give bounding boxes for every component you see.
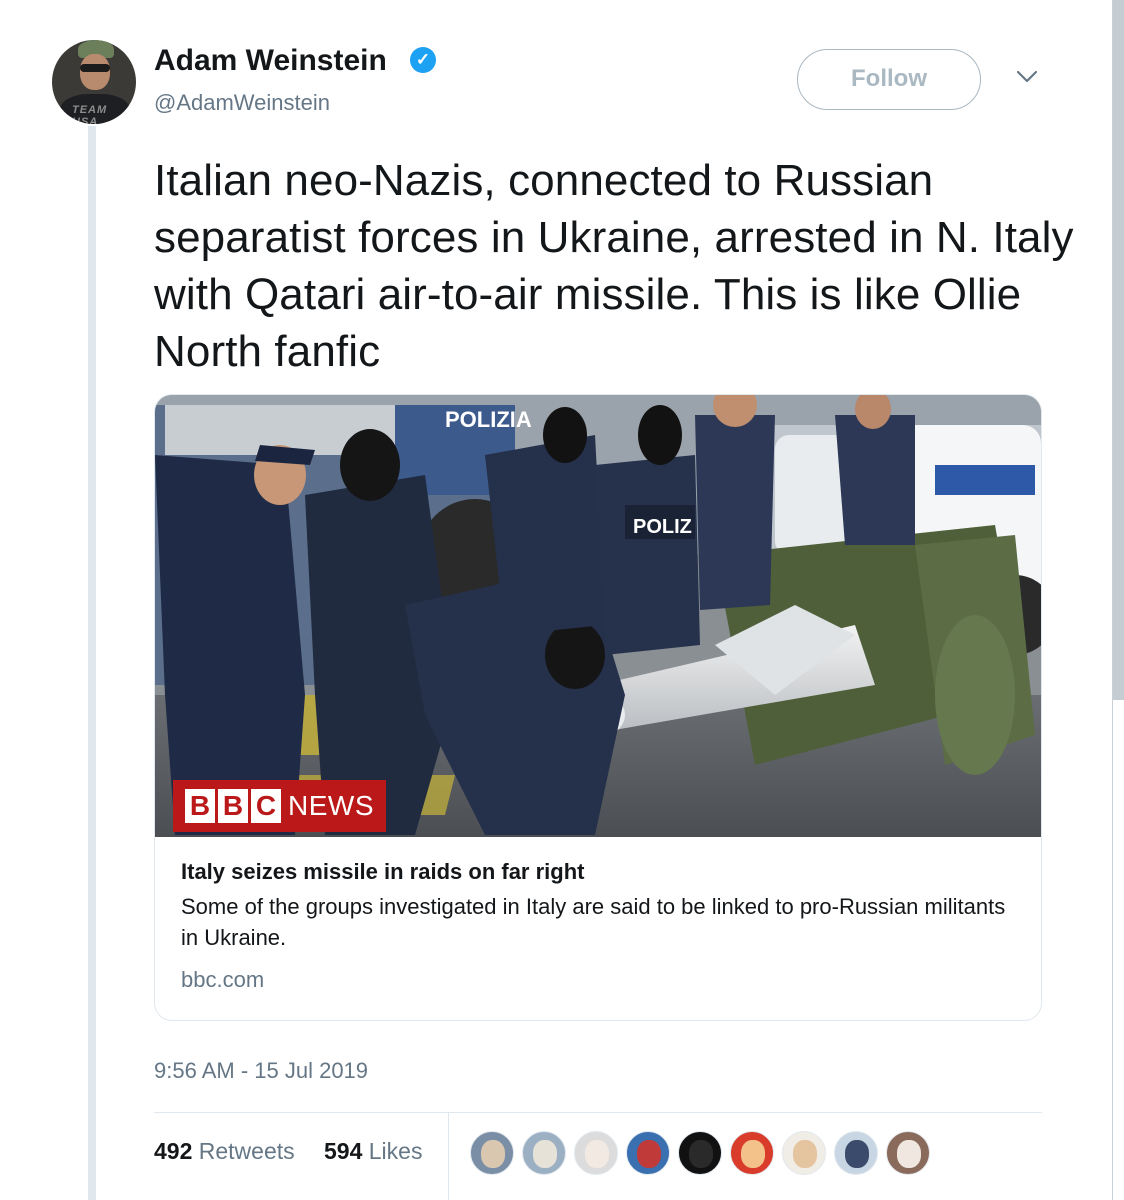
liker-avatar-figure xyxy=(533,1140,557,1168)
likes-count: 594 xyxy=(324,1138,363,1164)
card-body[interactable]: Italy seizes missile in raids on far rig… xyxy=(181,857,1021,995)
liker-avatar-figure xyxy=(585,1140,609,1168)
bbc-letter-b1: B xyxy=(185,789,215,823)
liker-avatar[interactable] xyxy=(886,1131,930,1175)
bbc-letter-b2: B xyxy=(218,789,248,823)
card-image[interactable]: POLIZIA POLIZ B B C NEWS xyxy=(155,395,1041,837)
retweets-stat[interactable]: 492 Retweets xyxy=(154,1138,295,1165)
tweet-text: Italian neo-Nazis, connected to Russian … xyxy=(154,156,1074,376)
liker-avatar-figure xyxy=(481,1140,505,1168)
retweets-label: Retweets xyxy=(198,1138,295,1164)
liker-avatar[interactable] xyxy=(678,1131,722,1175)
bbc-news-word: NEWS xyxy=(288,790,374,821)
bbc-letter-c: C xyxy=(251,789,281,823)
stats-divider xyxy=(154,1112,1042,1113)
liker-avatar[interactable] xyxy=(782,1131,826,1175)
news-photo: POLIZIA POLIZ xyxy=(155,395,1041,837)
scroll-track xyxy=(1113,700,1124,1200)
liker-avatar-figure xyxy=(741,1140,765,1168)
stats-vertical-divider xyxy=(448,1112,449,1200)
vest-text: POLIZ xyxy=(633,516,692,538)
avatar-face xyxy=(80,54,110,90)
card-description: Some of the groups investigated in Italy… xyxy=(181,894,1006,950)
thread-line xyxy=(88,126,96,1200)
scrollbar[interactable] xyxy=(1113,0,1124,700)
liker-avatar-figure xyxy=(689,1140,713,1168)
liker-avatar[interactable] xyxy=(522,1131,566,1175)
avatar[interactable]: TEAM USA xyxy=(52,40,136,124)
liker-avatar[interactable] xyxy=(626,1131,670,1175)
liker-avatar-figure xyxy=(637,1140,661,1168)
window-edge xyxy=(1112,0,1124,1200)
liker-avatar-figure xyxy=(845,1140,869,1168)
likes-label: Likes xyxy=(368,1138,423,1164)
handle[interactable]: @AdamWeinstein xyxy=(154,90,330,116)
tweet-timestamp[interactable]: 9:56 AM - 15 Jul 2019 xyxy=(154,1058,368,1084)
retweets-count: 492 xyxy=(154,1138,193,1164)
avatar-glasses xyxy=(80,64,110,72)
likes-stat[interactable]: 594 Likes xyxy=(324,1138,422,1165)
liker-avatar-figure xyxy=(897,1140,921,1168)
card-title[interactable]: Italy seizes missile in raids on far rig… xyxy=(181,857,1021,887)
bbc-news-logo: B B C NEWS xyxy=(173,780,386,832)
likers-avatars xyxy=(470,1131,930,1175)
card-domain[interactable]: bbc.com xyxy=(181,965,1021,995)
display-name[interactable]: Adam Weinstein xyxy=(154,44,387,78)
avatar-shirt-text: TEAM USA xyxy=(72,104,108,124)
liker-avatar-figure xyxy=(793,1140,817,1168)
link-card[interactable]: POLIZIA POLIZ B B C NEWS Italy seizes mi… xyxy=(154,394,1042,1021)
liker-avatar[interactable] xyxy=(834,1131,878,1175)
liker-avatar[interactable] xyxy=(730,1131,774,1175)
liker-avatar[interactable] xyxy=(574,1131,618,1175)
chevron-down-icon[interactable] xyxy=(1016,70,1038,84)
verified-badge-icon: ✓ xyxy=(410,47,436,73)
liker-avatar[interactable] xyxy=(470,1131,514,1175)
follow-button[interactable]: Follow xyxy=(797,49,981,110)
vehicle-text: POLIZIA xyxy=(445,407,532,432)
